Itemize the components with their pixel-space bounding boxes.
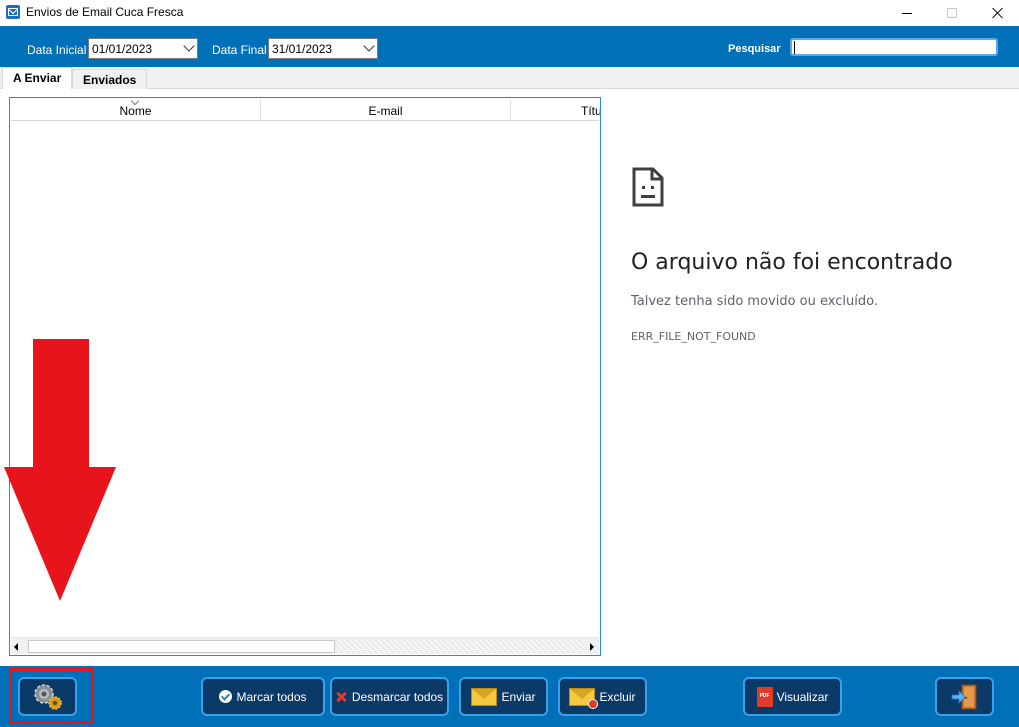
search-input[interactable] <box>790 38 998 56</box>
marcar-todos-label: Marcar todos <box>236 689 307 704</box>
chevron-down-icon <box>363 40 375 52</box>
broken-file-icon <box>632 167 664 207</box>
enviar-label: Enviar <box>501 689 536 704</box>
marcar-todos-button[interactable]: Marcar todos <box>201 677 325 716</box>
grid-header: Nome E-mail Títu <box>11 98 601 121</box>
scroll-right-icon[interactable] <box>590 643 594 651</box>
tab-a-enviar[interactable]: A Enviar <box>2 67 73 90</box>
column-header-titulo[interactable]: Títu <box>511 99 601 121</box>
scrollbar-thumb[interactable] <box>28 640 335 653</box>
column-label: Nome <box>119 104 152 118</box>
chevron-down-icon <box>183 40 195 52</box>
envelope-delete-icon <box>569 687 599 709</box>
enviar-button[interactable]: Enviar <box>459 677 548 716</box>
desmarcar-todos-label: Desmarcar todos <box>351 689 444 704</box>
check-circle-icon <box>219 690 233 703</box>
search-label: Pesquisar <box>728 43 781 55</box>
excluir-button[interactable]: Excluir <box>558 677 647 716</box>
content-area: Nome E-mail Títu O arquivo não foi encon… <box>0 89 1019 666</box>
exit-button[interactable] <box>935 677 994 716</box>
filter-bar: Data Inicial 01/01/2023 Data Final 31/01… <box>0 26 1019 67</box>
title-bar: Envios de Email Cuca Fresca <box>0 0 1019 26</box>
horizontal-scrollbar[interactable] <box>11 637 599 654</box>
desmarcar-todos-button[interactable]: Desmarcar todos <box>330 677 449 716</box>
delete-badge-icon <box>588 698 599 709</box>
bottom-toolbar: Marcar todos Desmarcar todos Enviar Excl… <box>0 666 1019 727</box>
maximize-button[interactable] <box>929 0 975 26</box>
excluir-label: Excluir <box>599 689 636 704</box>
tab-strip: A Enviar Enviados <box>0 67 1019 90</box>
column-label: Títu <box>581 104 601 118</box>
red-x-icon <box>336 691 348 703</box>
maximize-icon <box>947 8 957 18</box>
error-subtitle: Talvez tenha sido movido ou excluído. <box>631 294 878 309</box>
minimize-icon <box>902 12 912 14</box>
text-caret <box>794 41 795 54</box>
error-title: O arquivo não foi encontrado <box>631 250 953 275</box>
data-inicial-picker[interactable]: 01/01/2023 <box>88 38 198 59</box>
window-title: Envios de Email Cuca Fresca <box>26 5 184 19</box>
data-final-label: Data Final <box>212 43 267 57</box>
error-code: ERR_FILE_NOT_FOUND <box>631 330 756 343</box>
door-exit-icon <box>951 684 976 709</box>
data-final-value: 31/01/2023 <box>272 42 333 56</box>
data-inicial-value: 01/01/2023 <box>92 42 153 56</box>
scrollbar-track[interactable] <box>336 640 584 653</box>
envelope-icon <box>471 687 498 706</box>
column-header-email[interactable]: E-mail <box>261 99 511 121</box>
column-header-nome[interactable]: Nome <box>11 98 261 121</box>
minimize-button[interactable] <box>884 0 930 26</box>
close-button[interactable] <box>975 0 1019 26</box>
visualizar-label: Visualizar <box>776 689 829 704</box>
mail-app-icon <box>6 5 20 19</box>
visualizar-button[interactable]: PDF Visualizar <box>743 677 842 716</box>
scroll-left-icon[interactable] <box>14 643 18 651</box>
gears-icon <box>33 683 62 710</box>
settings-button[interactable] <box>18 677 77 716</box>
red-down-arrow-annotation <box>4 339 116 601</box>
close-icon <box>992 7 1004 19</box>
data-final-picker[interactable]: 31/01/2023 <box>268 38 378 59</box>
pdf-icon: PDF <box>756 686 773 707</box>
column-label: E-mail <box>368 104 403 118</box>
data-inicial-label: Data Inicial <box>27 43 87 57</box>
tab-enviados[interactable]: Enviados <box>72 69 148 89</box>
